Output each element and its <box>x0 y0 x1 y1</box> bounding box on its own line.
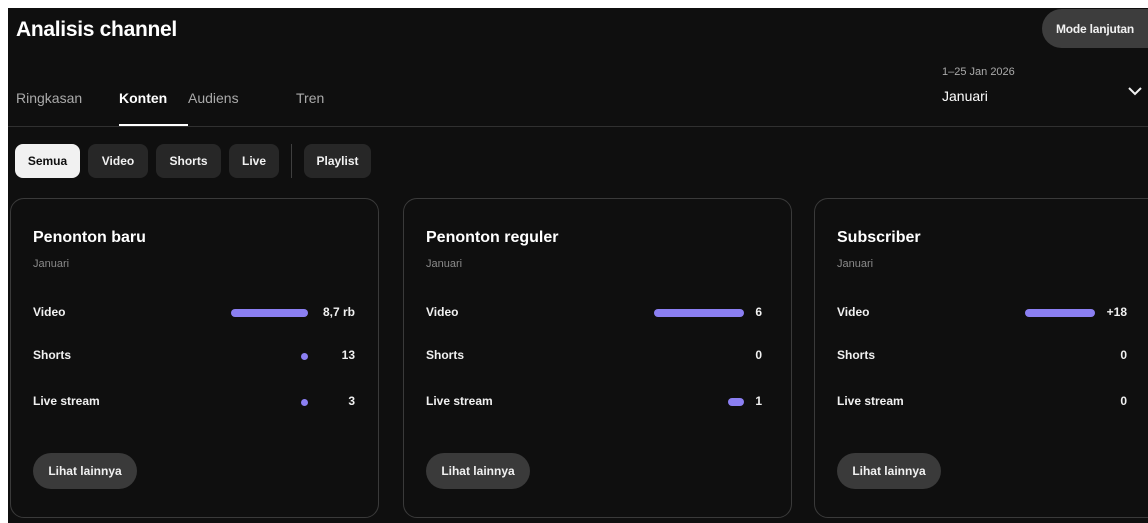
date-range-selector[interactable]: 1–25 Jan 2026 Januari <box>942 66 1148 110</box>
chip-all[interactable]: Semua <box>15 144 80 178</box>
metric-label: Shorts <box>426 348 465 362</box>
metric-label: Shorts <box>33 348 72 362</box>
tab-audience[interactable]: Audiens <box>188 80 296 126</box>
metric-value: 1 <box>755 394 762 408</box>
metric-bar <box>231 309 308 317</box>
metric-label: Shorts <box>837 348 876 362</box>
metric-bar <box>728 398 744 406</box>
metric-label: Live stream <box>33 394 100 408</box>
date-range-dates: 1–25 Jan 2026 <box>942 66 1015 78</box>
chip-live[interactable]: Live <box>229 144 279 178</box>
metric-row-shorts: Shorts 13 <box>33 346 355 366</box>
metric-value: 8,7 rb <box>322 305 355 319</box>
tabs-divider <box>8 126 1148 127</box>
metric-value: 0 <box>1120 394 1127 408</box>
subscriber-card: Subscriber Januari Video +18 Shorts 0 Li… <box>814 198 1148 518</box>
metric-value: 0 <box>1120 348 1127 362</box>
tab-label: Konten <box>119 90 168 106</box>
metric-label: Video <box>33 305 66 319</box>
card-period: Januari <box>426 258 463 270</box>
tab-label: Tren <box>296 90 325 106</box>
card-title: Penonton reguler <box>426 229 559 246</box>
metric-row-shorts: Shorts 0 <box>837 346 1127 366</box>
metric-bar <box>1025 309 1095 317</box>
metric-row-live: Live stream 1 <box>426 392 762 412</box>
metric-row-shorts: Shorts 0 <box>426 346 762 366</box>
metric-row-video: Video 6 <box>426 303 762 323</box>
content-type-filters: Semua Video Shorts Live Playlist <box>15 144 379 178</box>
top-bar: Analisis channel Mode lanjutan <box>8 8 1148 54</box>
chip-video[interactable]: Video <box>88 144 148 178</box>
metric-row-live: Live stream 3 <box>33 392 355 412</box>
metric-value: 13 <box>341 348 355 362</box>
metric-bar <box>654 309 744 317</box>
metric-value: 0 <box>755 348 762 362</box>
tab-label: Audiens <box>188 90 239 106</box>
analytics-tabs: Ringkasan Konten Audiens Tren <box>16 80 356 126</box>
tab-overview[interactable]: Ringkasan <box>16 80 119 126</box>
card-period: Januari <box>837 258 874 270</box>
metric-value: 6 <box>755 305 762 319</box>
see-more-button[interactable]: Lihat lainnya <box>837 453 941 489</box>
tab-trends[interactable]: Tren <box>296 80 356 126</box>
chip-divider <box>291 144 292 178</box>
metric-label: Video <box>426 305 459 319</box>
metric-row-video: Video +18 <box>837 303 1127 323</box>
returning-viewers-card: Penonton reguler Januari Video 6 Shorts … <box>403 198 792 518</box>
chevron-down-icon <box>1128 87 1142 96</box>
card-title: Penonton baru <box>33 229 146 246</box>
tab-label: Ringkasan <box>16 90 83 106</box>
advanced-mode-button[interactable]: Mode lanjutan <box>1042 9 1148 48</box>
see-more-button[interactable]: Lihat lainnya <box>33 453 137 489</box>
channel-analytics-page: Analisis channel Mode lanjutan Ringkasan… <box>8 8 1148 523</box>
chip-shorts[interactable]: Shorts <box>156 144 221 178</box>
metric-label: Live stream <box>837 394 904 408</box>
see-more-button[interactable]: Lihat lainnya <box>426 453 530 489</box>
metric-row-live: Live stream 0 <box>837 392 1127 412</box>
metric-label: Video <box>837 305 870 319</box>
new-viewers-card: Penonton baru Januari Video 8,7 rb Short… <box>10 198 379 518</box>
chip-playlist[interactable]: Playlist <box>304 144 371 178</box>
metric-label: Live stream <box>426 394 493 408</box>
page-title: Analisis channel <box>16 18 177 41</box>
card-period: Januari <box>33 258 70 270</box>
metric-dot <box>301 353 308 360</box>
metric-value: 3 <box>348 394 355 408</box>
metric-row-video: Video 8,7 rb <box>33 303 355 323</box>
date-range-period: Januari <box>942 88 988 104</box>
card-title: Subscriber <box>837 229 921 246</box>
metric-value: +18 <box>1106 305 1127 319</box>
tab-content[interactable]: Konten <box>119 80 188 126</box>
metric-dot <box>301 399 308 406</box>
